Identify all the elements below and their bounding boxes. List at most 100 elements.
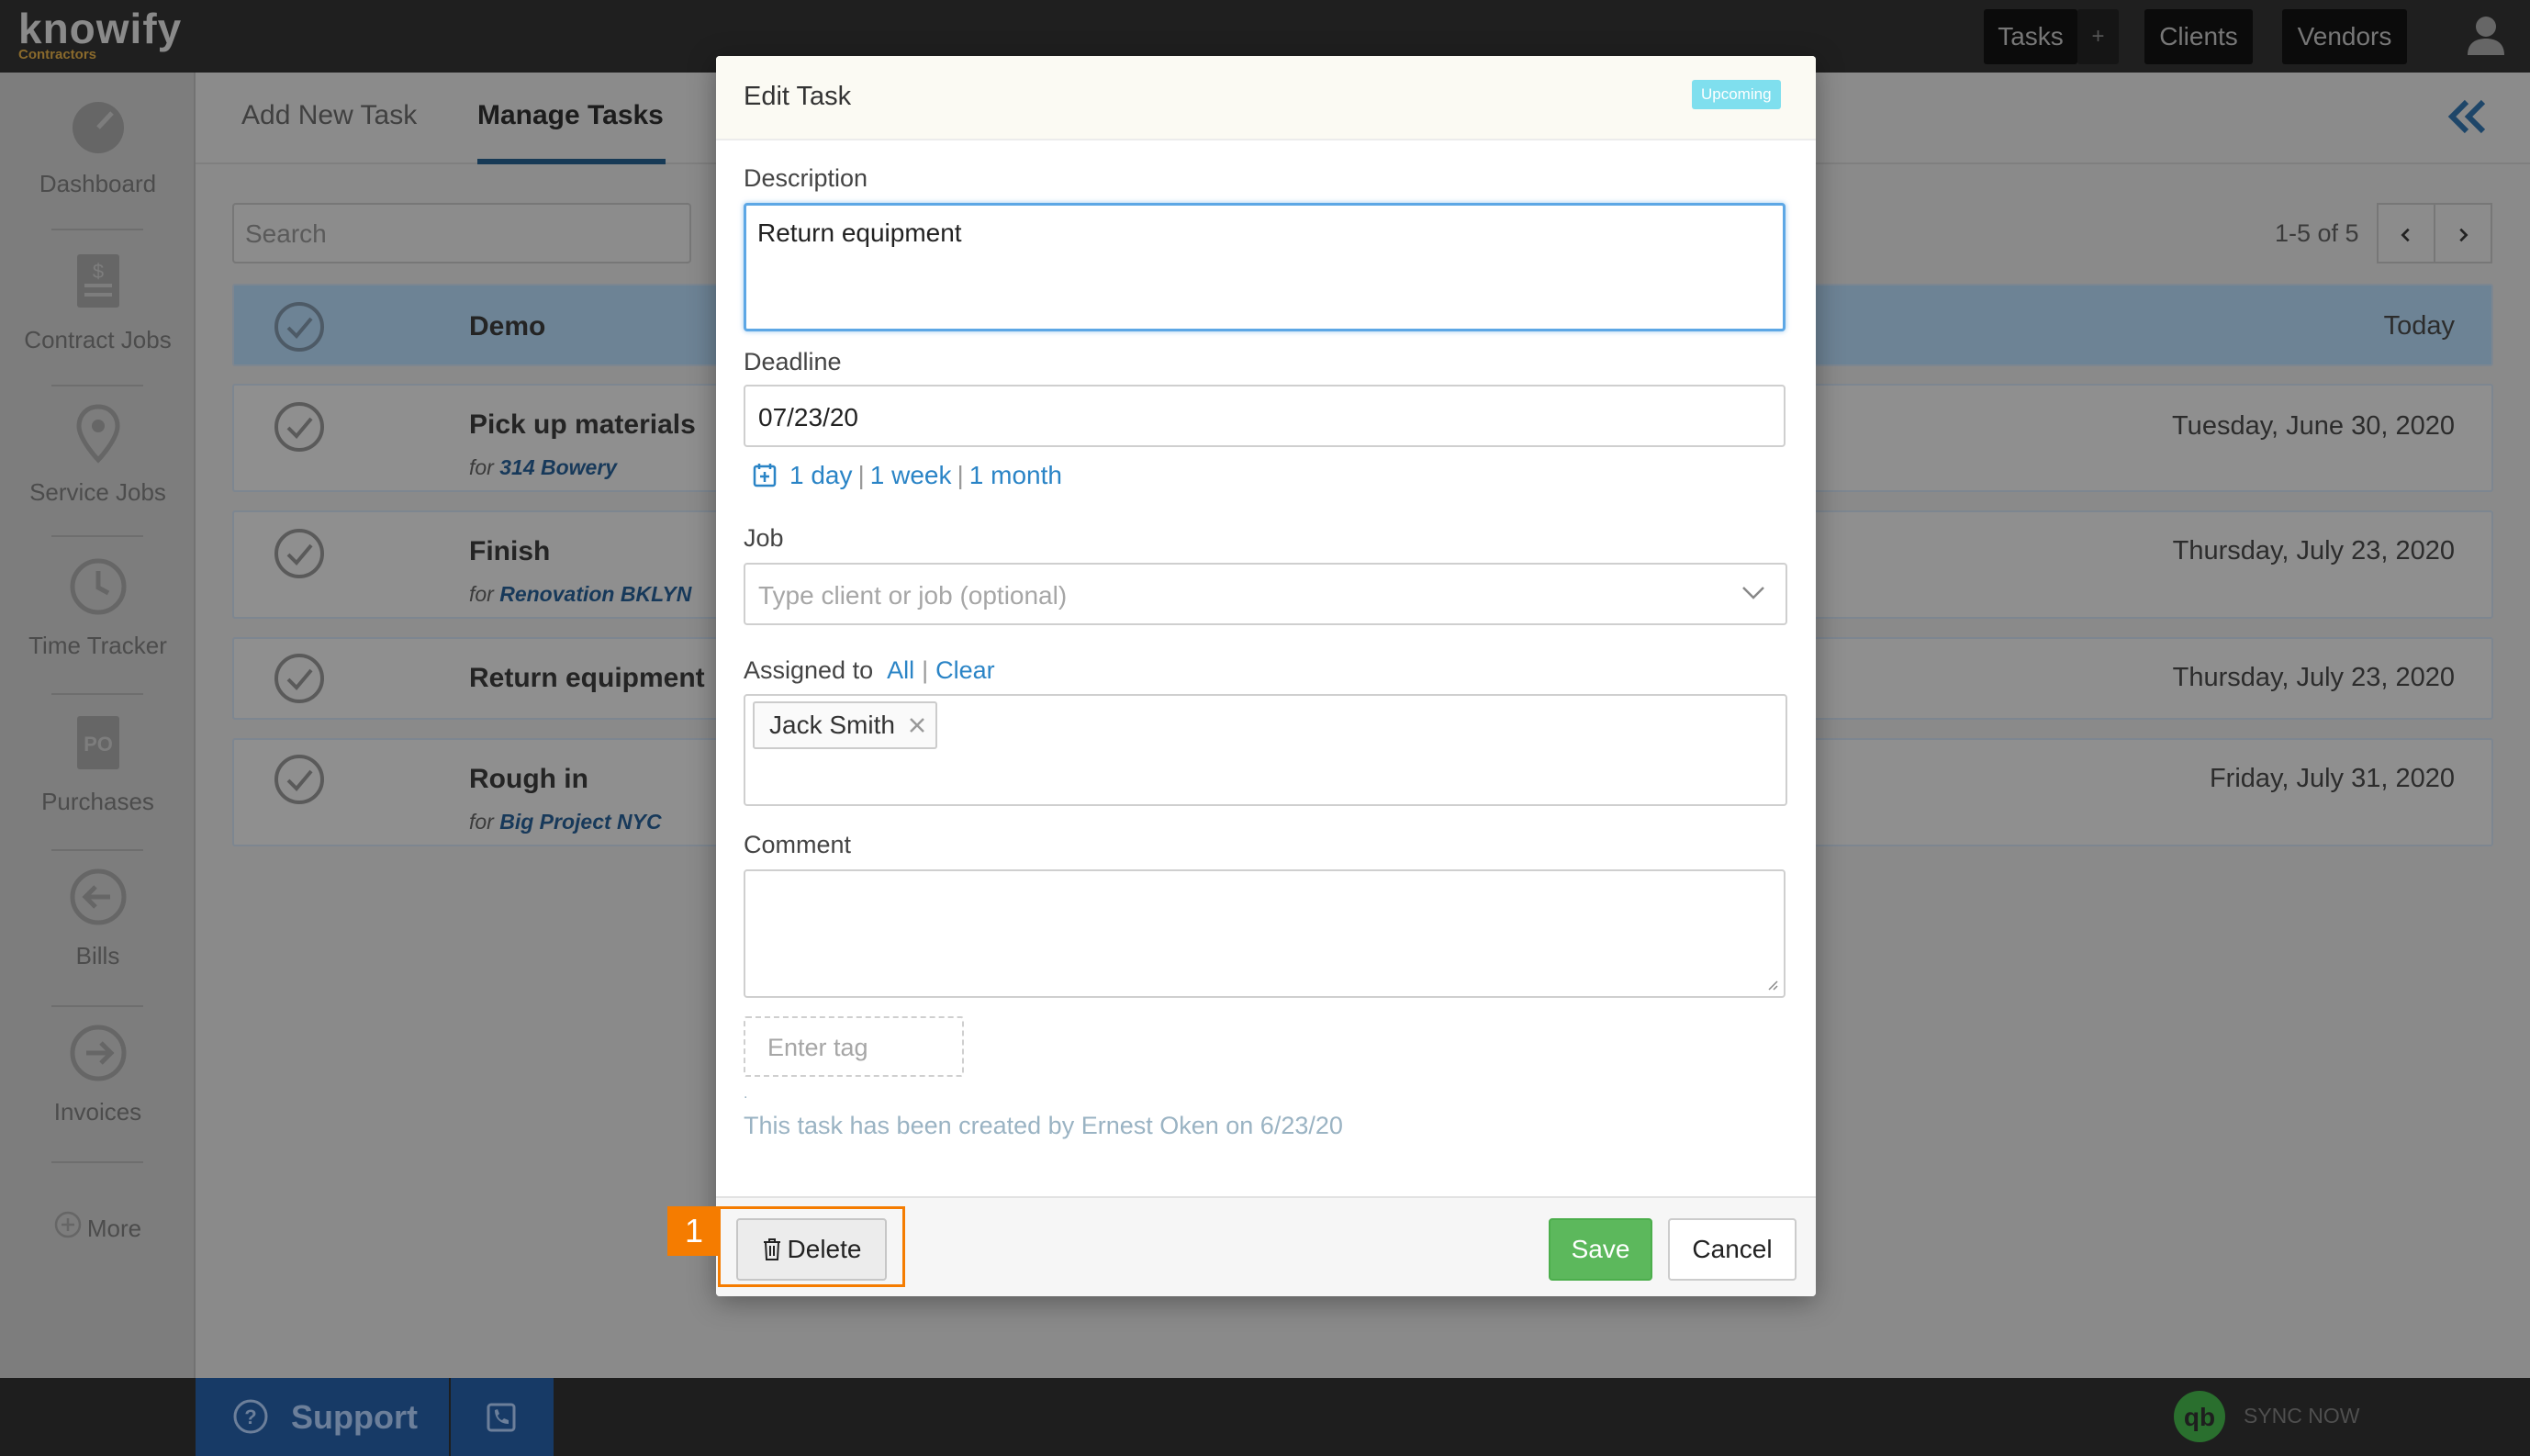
- phone-button[interactable]: [451, 1378, 554, 1456]
- assign-clear-link[interactable]: Clear: [935, 656, 995, 684]
- tab-add-new-task[interactable]: Add New Task: [241, 100, 417, 131]
- bottom-bar: ? Support qb SYNC NOW: [0, 1378, 2530, 1456]
- chevron-left-icon: [2401, 228, 2410, 242]
- prev-page-button[interactable]: [2377, 203, 2435, 263]
- divider: [51, 693, 143, 695]
- divider: [51, 1005, 143, 1007]
- map-pin-icon: [75, 404, 120, 464]
- assign-all-link[interactable]: All: [887, 656, 914, 684]
- edit-task-modal: Edit Task Upcoming Description Return eq…: [716, 56, 1816, 1296]
- quickbooks-logo-icon[interactable]: qb: [2172, 1389, 2227, 1444]
- one-day-link[interactable]: 1 day: [789, 461, 853, 489]
- status-badge: Upcoming: [1692, 80, 1781, 109]
- separator: |: [957, 461, 964, 489]
- task-title: Return equipment: [469, 663, 705, 693]
- task-date: Thursday, July 23, 2020: [2172, 663, 2455, 692]
- sidebar-more-label: More: [86, 1215, 142, 1242]
- task-job-link[interactable]: Big Project NYC: [499, 810, 661, 834]
- sidebar-item-label: Service Jobs: [29, 478, 166, 506]
- deadline-input[interactable]: 07/23/20: [744, 385, 1786, 447]
- sidebar-item-label: Dashboard: [39, 170, 157, 197]
- sidebar-item-label: Purchases: [41, 788, 154, 815]
- svg-text:?: ?: [244, 1406, 256, 1428]
- svg-text:$: $: [92, 260, 103, 283]
- add-task-plus-button[interactable]: +: [2077, 9, 2119, 64]
- task-title: Finish: [469, 536, 551, 566]
- sidebar-item-bills[interactable]: Bills: [0, 867, 196, 970]
- chevron-down-icon: [1742, 587, 1764, 599]
- pagination-count: 1-5 of 5: [2275, 219, 2359, 247]
- task-date: Tuesday, June 30, 2020: [2172, 411, 2455, 441]
- support-button[interactable]: ? Support: [196, 1378, 449, 1456]
- user-profile-icon[interactable]: [2464, 13, 2508, 57]
- sidebar-item-invoices[interactable]: Invoices: [0, 1023, 196, 1126]
- next-page-button[interactable]: [2434, 203, 2492, 263]
- task-job-line: for 314 Bowery: [469, 455, 618, 479]
- divider: [51, 849, 143, 851]
- save-button[interactable]: Save: [1549, 1218, 1652, 1281]
- step-marker: 1: [667, 1206, 721, 1256]
- purchase-order-icon: PO: [76, 716, 119, 769]
- help-circle-icon: ?: [233, 1399, 268, 1434]
- resize-handle-icon[interactable]: [1765, 978, 1778, 991]
- task-title: Pick up materials: [469, 409, 696, 440]
- complete-check-icon[interactable]: [273, 652, 326, 705]
- cancel-button[interactable]: Cancel: [1668, 1218, 1797, 1281]
- arrow-right-circle-icon: [70, 1025, 126, 1081]
- task-job-line: for Renovation BKLYN: [469, 582, 692, 606]
- complete-check-icon[interactable]: [273, 300, 326, 353]
- tag-input[interactable]: Enter tag: [744, 1016, 964, 1077]
- job-label: Job: [744, 524, 784, 552]
- task-job-link[interactable]: Renovation BKLYN: [499, 582, 691, 606]
- assignee-name: Jack Smith: [769, 711, 895, 739]
- sidebar-item-label: Bills: [75, 942, 120, 969]
- task-job-link[interactable]: 314 Bowery: [499, 455, 617, 479]
- assignee-chip: Jack Smith: [753, 701, 937, 749]
- knowify-logo[interactable]: knowify Contractors: [18, 7, 182, 62]
- task-title: Rough in: [469, 764, 588, 794]
- calendar-add-icon[interactable]: [753, 462, 777, 487]
- dashboard-gauge-icon: [72, 102, 124, 153]
- task-job-line: for Big Project NYC: [469, 810, 662, 834]
- sidebar-item-more[interactable]: More: [0, 1211, 196, 1243]
- arrow-left-circle-icon: [70, 868, 126, 925]
- assignee-field[interactable]: Jack Smith: [744, 694, 1787, 806]
- plus-circle-icon: [54, 1211, 82, 1238]
- one-month-link[interactable]: 1 month: [969, 461, 1062, 489]
- complete-check-icon[interactable]: [273, 527, 326, 580]
- complete-check-icon[interactable]: [273, 400, 326, 454]
- modal-header: Edit Task Upcoming: [716, 56, 1816, 140]
- task-date: Friday, July 31, 2020: [2209, 764, 2455, 793]
- sidebar-item-label: Contract Jobs: [24, 326, 172, 353]
- tab-manage-tasks[interactable]: Manage Tasks: [477, 100, 664, 131]
- vendors-nav-button[interactable]: Vendors: [2282, 9, 2407, 64]
- sidebar-item-time-tracker[interactable]: Time Tracker: [0, 556, 196, 660]
- sidebar-item-purchases[interactable]: PO Purchases: [0, 712, 196, 816]
- sidebar: Dashboard $ Contract Jobs Service Jobs T…: [0, 73, 196, 1378]
- divider: [51, 229, 143, 230]
- sidebar-item-service-jobs[interactable]: Service Jobs: [0, 403, 196, 507]
- collapse-double-chevron-icon[interactable]: [2445, 98, 2491, 135]
- one-week-link[interactable]: 1 week: [870, 461, 952, 489]
- clients-nav-button[interactable]: Clients: [2144, 9, 2253, 64]
- sync-now-button[interactable]: SYNC NOW: [2244, 1404, 2360, 1428]
- sidebar-item-dashboard[interactable]: Dashboard: [0, 95, 196, 198]
- description-label: Description: [744, 164, 868, 192]
- chevron-right-icon: [2459, 228, 2468, 242]
- created-by-note: This task has been created by Ernest Oke…: [744, 1112, 1343, 1139]
- active-tab-indicator: [477, 159, 666, 164]
- job-select[interactable]: Type client or job (optional): [744, 563, 1787, 625]
- divider: [51, 1161, 143, 1163]
- deadline-quick-picks: 1 day | 1 week | 1 month: [753, 461, 1062, 490]
- contract-document-icon: $: [76, 254, 119, 308]
- search-input[interactable]: Search: [232, 203, 691, 263]
- comment-label: Comment: [744, 831, 852, 858]
- modal-title: Edit Task: [744, 82, 852, 111]
- tasks-nav-button[interactable]: Tasks: [1984, 9, 2077, 64]
- comment-textarea[interactable]: [744, 869, 1786, 998]
- complete-check-icon[interactable]: [273, 753, 326, 806]
- separator: |: [857, 461, 865, 489]
- sidebar-item-contract-jobs[interactable]: $ Contract Jobs: [0, 251, 196, 354]
- description-textarea[interactable]: Return equipment: [744, 203, 1786, 331]
- remove-assignee-icon[interactable]: [908, 716, 926, 734]
